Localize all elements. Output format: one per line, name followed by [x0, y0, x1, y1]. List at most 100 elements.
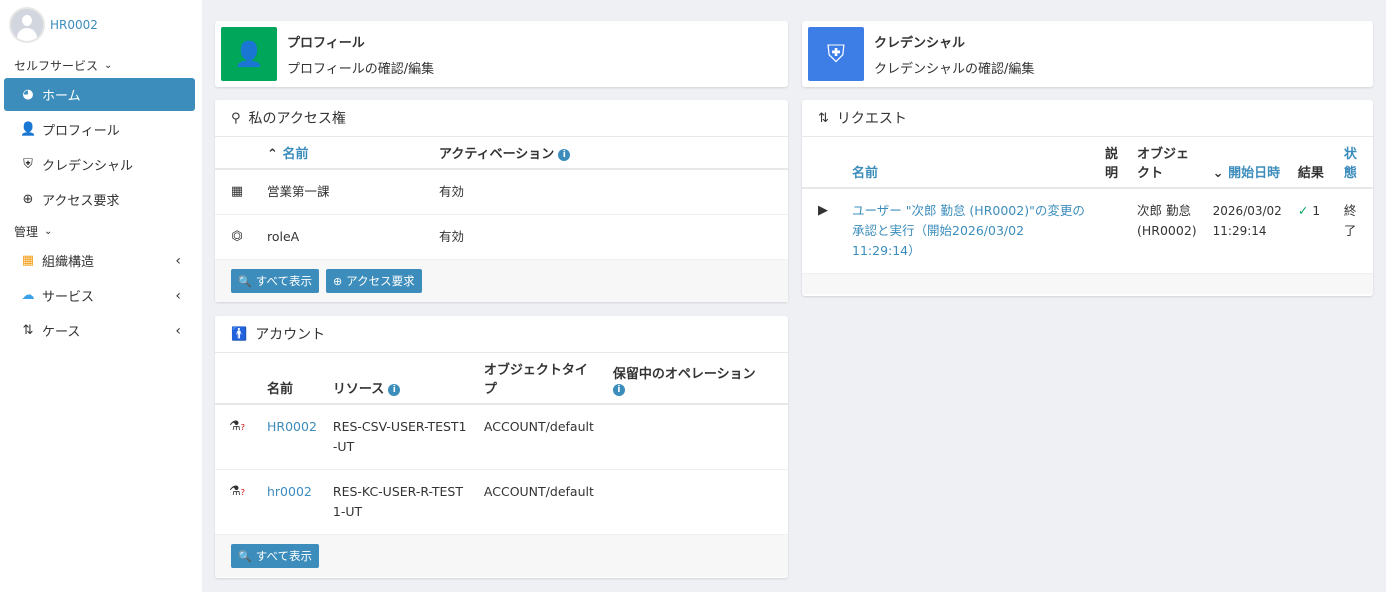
access-card: ⚲ 私のアクセス権 ⌃ 名前 アクティベーション i ▦ 営業第一課 有効 ⏣ r…	[215, 100, 788, 302]
sort-arrows-icon: ⇅	[22, 323, 34, 338]
account-unknown-icon: ⚗?	[215, 404, 259, 470]
accounts-table: 名前 リソース i オブジェクトタイプ 保留中のオペレーション i ⚗? HR000…	[215, 353, 788, 535]
chevron-left-icon: ‹	[175, 252, 181, 269]
access-card-title: 私のアクセス権	[248, 111, 346, 127]
user-panel[interactable]: HR0002	[0, 0, 202, 50]
profile-box-subtitle: プロフィールの確認/編集	[287, 61, 435, 77]
credential-box-title: クレデンシャル	[874, 35, 966, 51]
column-activation: アクティベーション i	[431, 137, 788, 170]
avatar	[11, 9, 43, 41]
account-object-type: ACCOUNT/default	[475, 404, 605, 470]
sidebar-item-label: プロフィール	[42, 124, 120, 139]
info-icon[interactable]: i	[558, 148, 571, 161]
column-request-name[interactable]: 名前	[844, 137, 1097, 189]
sidebar-item-label: サービス	[42, 290, 95, 305]
profile-box[interactable]: 👤 プロフィール プロフィールの確認/編集	[215, 21, 788, 87]
user-icon: 👤	[221, 27, 277, 81]
request-access-button[interactable]: ⊕ アクセス要求	[325, 269, 422, 293]
access-activation: 有効	[431, 169, 788, 215]
column-pending: 保留中のオペレーション i	[604, 353, 788, 405]
column-resource-label: リソース	[332, 382, 385, 397]
request-object: 次郎 勤怠 (HR0002)	[1129, 188, 1205, 274]
credential-box[interactable]: ⛨ クレデンシャル クレデンシャルの確認/編集	[802, 21, 1373, 87]
request-description	[1097, 188, 1129, 274]
admin-header[interactable]: 管理 ⌄	[0, 220, 202, 242]
check-icon: ✓	[1297, 203, 1309, 218]
sidebar-item-label: ケース	[42, 325, 81, 340]
request-name-link[interactable]: ユーザー "次郎 勤怠 (HR0002)"の変更の承認と実行（開始2026/03…	[844, 188, 1097, 274]
show-all-accounts-button[interactable]: 🔍 すべて表示	[231, 544, 319, 568]
admin-header-label: 管理	[14, 224, 39, 239]
column-state[interactable]: 状態	[1335, 137, 1373, 189]
sidebar-item-profile[interactable]: 👤 プロフィール	[4, 113, 195, 146]
chevron-down-icon: ⌄	[104, 59, 113, 71]
sidebar-item-home[interactable]: ◕ ホーム	[4, 78, 195, 111]
requests-card-title: リクエスト	[836, 111, 907, 127]
chevron-left-icon: ‹	[175, 322, 181, 339]
account-resource: RES-CSV-USER-TEST1-UT	[324, 404, 476, 470]
show-all-button[interactable]: 🔍 すべて表示	[231, 269, 319, 293]
sidebar-item-credentials[interactable]: ⛨ クレデンシャル	[4, 148, 195, 181]
cloud-icon: ☁	[21, 288, 35, 303]
column-description-label: 説明	[1105, 147, 1119, 181]
self-service-header[interactable]: セルフサービス ⌄	[0, 54, 202, 76]
shield-icon: ⛨	[808, 27, 864, 81]
account-unknown-icon: ⚗?	[215, 469, 259, 535]
column-object: オブジェクト	[1129, 137, 1205, 189]
sidebar-item-label: 組織構造	[42, 255, 95, 270]
access-name: roleA	[259, 214, 431, 260]
sidebar-item-request-access[interactable]: ⊕ アクセス要求	[4, 183, 195, 216]
account-pending	[604, 404, 788, 470]
account-name-link[interactable]: hr0002	[259, 469, 325, 535]
column-resource: リソース i	[324, 353, 476, 405]
requests-footer	[802, 274, 1373, 294]
column-start-label: 開始日時	[1228, 166, 1281, 181]
column-pending-label: 保留中のオペレーション	[612, 367, 756, 382]
column-description: 説明	[1097, 137, 1129, 189]
request-access-label: アクセス要求	[346, 276, 415, 288]
requests-card: ⇅ リクエスト 名前 説明 オブジェクト ⌄ 開始日時 結果 状態 ▶ ユーザー…	[802, 100, 1373, 296]
access-card-header: ⚲ 私のアクセス権	[215, 100, 788, 137]
profile-box-title: プロフィール	[287, 35, 365, 51]
column-activation-label: アクティベーション	[439, 147, 555, 162]
sidebar-item-cases[interactable]: ⇅ ケース ‹	[4, 314, 195, 347]
column-name[interactable]: ⌃ 名前	[259, 137, 431, 170]
account-name-link[interactable]: HR0002	[259, 404, 325, 470]
column-object-type-label: オブジェクトタイプ	[483, 363, 588, 397]
table-row: ⏣ roleA 有効	[215, 214, 788, 260]
accounts-card-title: アカウント	[255, 327, 326, 343]
sidebar-item-label: アクセス要求	[42, 194, 120, 209]
column-name-label: 名前	[282, 147, 309, 162]
accounts-card-header: 🚹 アカウント	[215, 316, 788, 353]
user-name[interactable]: HR0002	[50, 18, 98, 32]
show-all-label: すべて表示	[255, 551, 312, 563]
access-footer: 🔍 すべて表示 ⊕ アクセス要求	[215, 260, 788, 302]
key-icon: ⚲	[231, 110, 241, 126]
column-result: 結果	[1289, 137, 1336, 189]
info-icon[interactable]: i	[388, 383, 401, 396]
column-account-name-label: 名前	[267, 382, 294, 397]
show-all-label: すべて表示	[255, 276, 312, 288]
search-icon: 🔍	[238, 275, 252, 288]
user-icon: 👤	[20, 122, 37, 137]
column-start[interactable]: ⌄ 開始日時	[1204, 137, 1290, 189]
request-result-value: 1	[1312, 203, 1321, 218]
account-resource: RES-KC-USER-R-TEST1-UT	[324, 469, 476, 535]
column-state-label: 状態	[1343, 147, 1357, 181]
plus-circle-icon: ⊕	[332, 275, 343, 288]
accounts-footer: 🔍 すべて表示	[215, 535, 788, 577]
sidebar-item-services[interactable]: ☁ サービス ‹	[4, 279, 195, 312]
sidebar-item-org[interactable]: ▦ 組織構造 ‹	[4, 244, 195, 277]
person-icon: 🚹	[231, 326, 248, 342]
access-name: 営業第一課	[259, 169, 431, 215]
table-row: ⚗? HR0002 RES-CSV-USER-TEST1-UT ACCOUNT/…	[215, 404, 788, 470]
info-icon[interactable]: i	[612, 383, 625, 396]
requests-card-header: ⇅ リクエスト	[802, 100, 1373, 137]
dashboard-icon: ◕	[22, 87, 34, 102]
sidebar: HR0002 セルフサービス ⌄ ◕ ホーム 👤 プロフィール ⛨ クレデンシャ…	[0, 0, 202, 592]
table-row: ▦ 営業第一課 有効	[215, 169, 788, 215]
column-object-label: オブジェクト	[1137, 147, 1190, 181]
accounts-card: 🚹 アカウント 名前 リソース i オブジェクトタイプ 保留中のオペレーション i …	[215, 316, 788, 578]
column-account-name: 名前	[259, 353, 325, 405]
sidebar-item-label: クレデンシャル	[42, 159, 134, 174]
